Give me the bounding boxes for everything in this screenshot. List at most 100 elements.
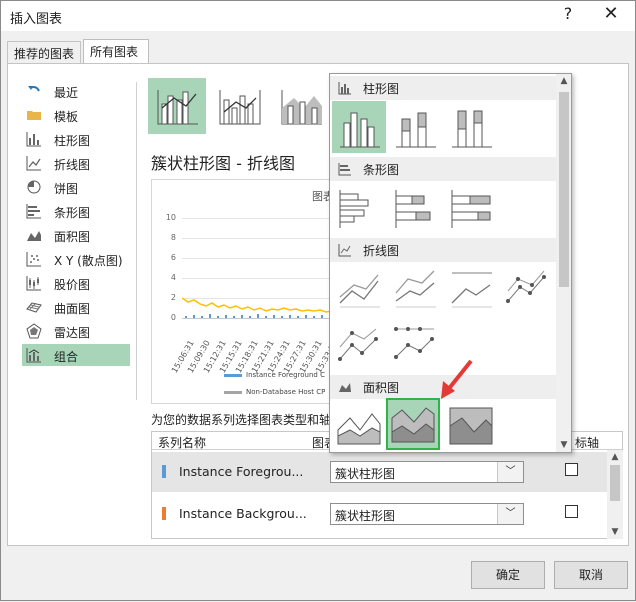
undo-arrow-icon xyxy=(28,86,40,92)
scrollbar-thumb[interactable] xyxy=(610,465,620,501)
chevron-down-icon[interactable]: ﹀ xyxy=(497,504,523,524)
sidebar-item-label: 折线图 xyxy=(54,158,91,172)
chart-type-select[interactable]: 簇状柱形图 ﹀ xyxy=(330,461,524,483)
dropdown-scrollbar[interactable]: ▲ ▼ xyxy=(556,74,571,452)
sidebar-item-label: 柱形图 xyxy=(54,134,91,148)
area-icon xyxy=(337,413,381,445)
percent-stacked-area-icon xyxy=(449,407,493,445)
close-button[interactable]: ✕ xyxy=(599,3,623,24)
sidebar-item-radar[interactable]: 雷达图 xyxy=(22,320,130,342)
stacked-bar-icon xyxy=(395,190,431,228)
chart-type-select[interactable]: 簇状柱形图 ﹀ xyxy=(330,503,524,525)
sidebar-item-scatter[interactable]: X Y (散点图) xyxy=(22,248,130,270)
dialog-title: 插入图表 xyxy=(10,12,63,27)
option-line[interactable] xyxy=(332,263,386,315)
combo-subtype-area-column[interactable] xyxy=(272,78,330,134)
chart-type-value: 簇状柱形图 xyxy=(335,467,396,481)
scrollbar-thumb[interactable] xyxy=(559,92,569,287)
sidebar-item-label: 饼图 xyxy=(54,182,79,196)
dropdown-section-header: 条形图 xyxy=(330,157,556,181)
sidebar-item-recent[interactable]: 最近 xyxy=(22,80,130,102)
sidebar-item-label: 模板 xyxy=(54,110,79,124)
sidebar-item-line[interactable]: 折线图 xyxy=(22,152,130,174)
series-row: Instance Foregrou... 簇状柱形图 ﹀ xyxy=(152,452,607,492)
legend-item: Non-Database Host CP xyxy=(224,388,325,396)
combo-subtype-secondary-axis[interactable] xyxy=(210,78,268,134)
sidebar-item-label: 条形图 xyxy=(54,206,91,220)
gridline xyxy=(182,218,350,219)
stacked-line-icon xyxy=(395,270,436,308)
option-stacked-area[interactable] xyxy=(386,398,440,450)
help-button[interactable]: ? xyxy=(558,4,578,23)
radar-chart-icon xyxy=(26,323,42,339)
option-clustered-bar[interactable] xyxy=(332,182,386,234)
percent-stacked-column-icon xyxy=(452,110,492,148)
scroll-up-icon[interactable]: ▲ xyxy=(556,74,571,88)
sidebar-item-surface[interactable]: 曲面图 xyxy=(22,296,130,318)
scroll-up-icon[interactable]: ▲ xyxy=(607,450,623,464)
sidebar-item-pie[interactable]: 饼图 xyxy=(22,176,130,198)
dropdown-section-header: 折线图 xyxy=(330,238,556,262)
line-with-markers-icon xyxy=(506,270,546,303)
area-chart-icon xyxy=(339,383,351,392)
legend-item: Instance Foreground C xyxy=(224,371,325,379)
option-100-stacked-line-markers[interactable] xyxy=(388,319,442,371)
cancel-button[interactable]: 取消 xyxy=(554,561,628,589)
col-secondary-axis: 标轴 xyxy=(575,436,600,450)
option-100-stacked-bar[interactable] xyxy=(444,182,498,234)
option-line-markers[interactable] xyxy=(500,263,554,315)
line-chart-icon xyxy=(338,244,351,257)
clustered-column-icon xyxy=(340,112,380,148)
y-tick-label: 10 xyxy=(165,213,176,222)
foreground-line-series xyxy=(182,297,350,313)
option-100-stacked-line[interactable] xyxy=(444,263,498,315)
series-row: Instance Backgrou... 簇状柱形图 ﹀ xyxy=(152,494,607,534)
y-tick-label: 0 xyxy=(170,313,176,322)
option-stacked-column[interactable] xyxy=(388,101,442,153)
sidebar-item-templates[interactable]: 模板 xyxy=(22,104,130,126)
stacked-column-icon xyxy=(396,112,436,148)
combo-type-title: 簇状柱形图 - 折线图 xyxy=(151,154,295,173)
section-label: 柱形图 xyxy=(363,82,400,96)
scroll-down-icon[interactable]: ▼ xyxy=(607,525,623,539)
series-color-marker xyxy=(162,465,166,478)
secondary-axis-checkbox[interactable] xyxy=(565,505,578,518)
combo-subtype-clustered-line[interactable] xyxy=(148,78,206,134)
option-stacked-bar[interactable] xyxy=(388,182,442,234)
bar-chart-icon xyxy=(26,204,41,219)
tab-all-charts[interactable]: 所有图表 xyxy=(83,39,149,63)
option-clustered-column[interactable] xyxy=(332,101,386,153)
gridline xyxy=(182,238,350,239)
clustered-column-line-icon xyxy=(157,90,198,125)
option-stacked-line-markers[interactable] xyxy=(332,319,386,371)
sidebar-item-stock[interactable]: 股价图 xyxy=(22,272,130,294)
sidebar-item-bar[interactable]: 条形图 xyxy=(22,200,130,222)
sidebar-item-label: 雷达图 xyxy=(54,326,91,340)
section-label: 条形图 xyxy=(363,163,400,177)
scroll-down-icon[interactable]: ▼ xyxy=(556,438,571,452)
pie-chart-icon xyxy=(27,180,41,194)
scatter-chart-icon xyxy=(26,252,41,267)
title-bar: 插入图表 ? ✕ xyxy=(1,1,635,31)
option-stacked-line[interactable] xyxy=(388,263,442,315)
column-chart-icon xyxy=(26,132,41,147)
option-area[interactable] xyxy=(332,400,386,452)
preview-series-plot xyxy=(182,297,350,318)
option-100-stacked-area[interactable] xyxy=(444,400,498,452)
line-icon xyxy=(339,274,380,308)
secondary-axis-checkbox[interactable] xyxy=(565,463,578,476)
percent-stacked-line-icon xyxy=(451,272,492,308)
chevron-down-icon[interactable]: ﹀ xyxy=(497,462,523,482)
ok-button[interactable]: 确定 xyxy=(471,561,545,589)
sidebar-item-column[interactable]: 柱形图 xyxy=(22,128,130,150)
gridline xyxy=(182,258,350,259)
sidebar-item-area[interactable]: 面积图 xyxy=(22,224,130,246)
percent-line-markers-icon xyxy=(394,327,434,359)
tab-recommended[interactable]: 推荐的图表 xyxy=(7,41,81,63)
sidebar-item-combo[interactable]: 组合 xyxy=(22,344,130,366)
col-series-name: 系列名称 xyxy=(158,436,207,450)
series-table-scrollbar[interactable]: ▲ ▼ xyxy=(607,450,623,539)
combo-chart-icon xyxy=(26,348,41,363)
option-100-stacked-column[interactable] xyxy=(444,101,498,153)
stock-chart-icon xyxy=(26,276,41,291)
